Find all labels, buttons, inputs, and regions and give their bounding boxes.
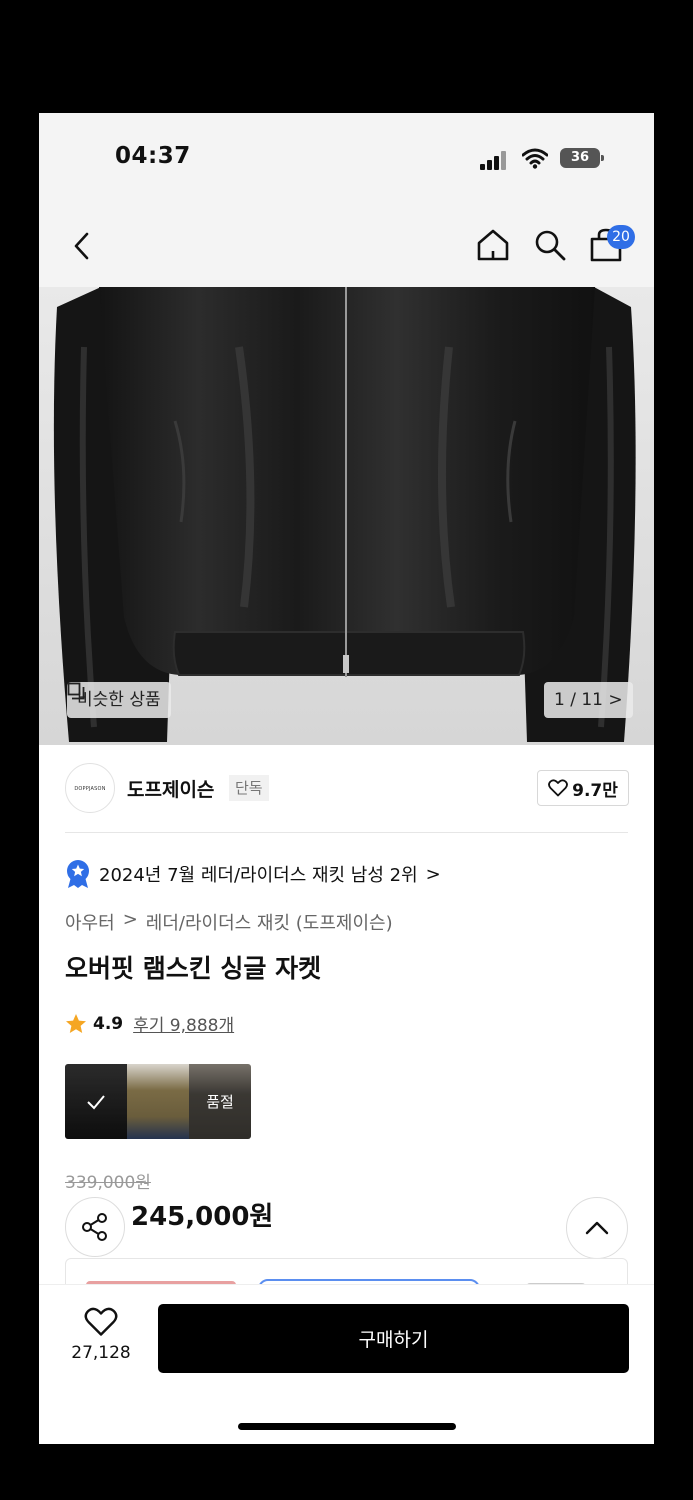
status-bar: 04:37 36 (39, 113, 654, 201)
search-icon[interactable] (533, 228, 567, 262)
home-indicator (238, 1423, 456, 1430)
exclusive-badge: 단독 (229, 775, 269, 801)
ranking-chevron: > (425, 863, 441, 885)
chevron-up-icon (585, 1221, 609, 1235)
app-screen: 04:37 36 20 비슷한 상품 1 / 11 > DOPPJASON 도프… (39, 113, 654, 1444)
award-medal-icon (67, 860, 89, 888)
top-nav: 20 (39, 201, 654, 287)
sold-out-label: 품절 (189, 1064, 251, 1139)
product-image[interactable]: 비슷한 상품 1 / 11 > (39, 287, 654, 745)
similar-products-label: 비슷한 상품 (77, 690, 161, 710)
color-option-khaki[interactable] (127, 1064, 189, 1139)
brand-logo[interactable]: DOPPJASON (65, 763, 115, 813)
star-icon (66, 1013, 86, 1033)
ranking-text: 2024년 7월 레더/라이더스 재킷 남성 2위 (99, 865, 418, 886)
status-time: 04:37 (115, 143, 191, 169)
battery-indicator: 36 (560, 148, 604, 168)
color-option-black[interactable] (65, 1064, 127, 1139)
bottom-action-bar: 27,128 구매하기 (39, 1284, 654, 1444)
scroll-top-button[interactable] (566, 1197, 628, 1259)
breadcrumb: 아우터 > 레더/라이더스 재킷 (도프제이슨) (65, 909, 393, 935)
brand-name[interactable]: 도프제이슨 (127, 775, 214, 802)
wishlist-button[interactable]: 27,128 (65, 1307, 137, 1377)
check-icon (87, 1094, 105, 1109)
breadcrumb-separator: > (122, 909, 138, 930)
brand-like-button[interactable]: 9.7만 (537, 770, 629, 806)
ranking-banner[interactable]: 2024년 7월 레더/라이더스 재킷 남성 2위 > (65, 857, 441, 891)
jacket-illustration (53, 287, 636, 742)
brand-row: DOPPJASON 도프제이슨 단독 9.7만 (65, 763, 629, 833)
heart-icon (84, 1307, 118, 1336)
sale-price: 245,000원 (131, 1202, 274, 1232)
cart-count-badge: 20 (607, 225, 635, 249)
rating-value: 4.9 (93, 1013, 124, 1034)
share-icon (82, 1213, 107, 1241)
heart-icon (548, 779, 569, 797)
wishlist-count: 27,128 (71, 1343, 131, 1363)
back-icon[interactable] (69, 231, 97, 261)
breadcrumb-subcategory[interactable]: 레더/라이더스 재킷 (도프제이슨) (146, 909, 393, 935)
brand-like-count: 9.7만 (572, 780, 618, 801)
color-option-grey[interactable]: 품절 (189, 1064, 251, 1139)
original-price: 339,000원 (65, 1173, 151, 1193)
share-button[interactable] (65, 1197, 125, 1257)
home-icon[interactable] (475, 227, 511, 263)
product-title: 오버핏 램스킨 싱글 자켓 (65, 954, 322, 983)
review-count-link[interactable]: 후기 9,888개 (133, 1011, 234, 1036)
image-page-indicator[interactable]: 1 / 11 > (544, 682, 633, 718)
color-options: 품절 (65, 1064, 251, 1139)
copy-icon (67, 682, 85, 700)
buy-button[interactable]: 구매하기 (158, 1304, 629, 1373)
wifi-icon (522, 148, 548, 169)
breadcrumb-category[interactable]: 아우터 (65, 909, 115, 935)
rating-row: 4.9 후기 9,888개 (65, 1011, 234, 1036)
signal-icon (480, 150, 510, 170)
similar-products-button[interactable]: 비슷한 상품 (67, 682, 171, 718)
